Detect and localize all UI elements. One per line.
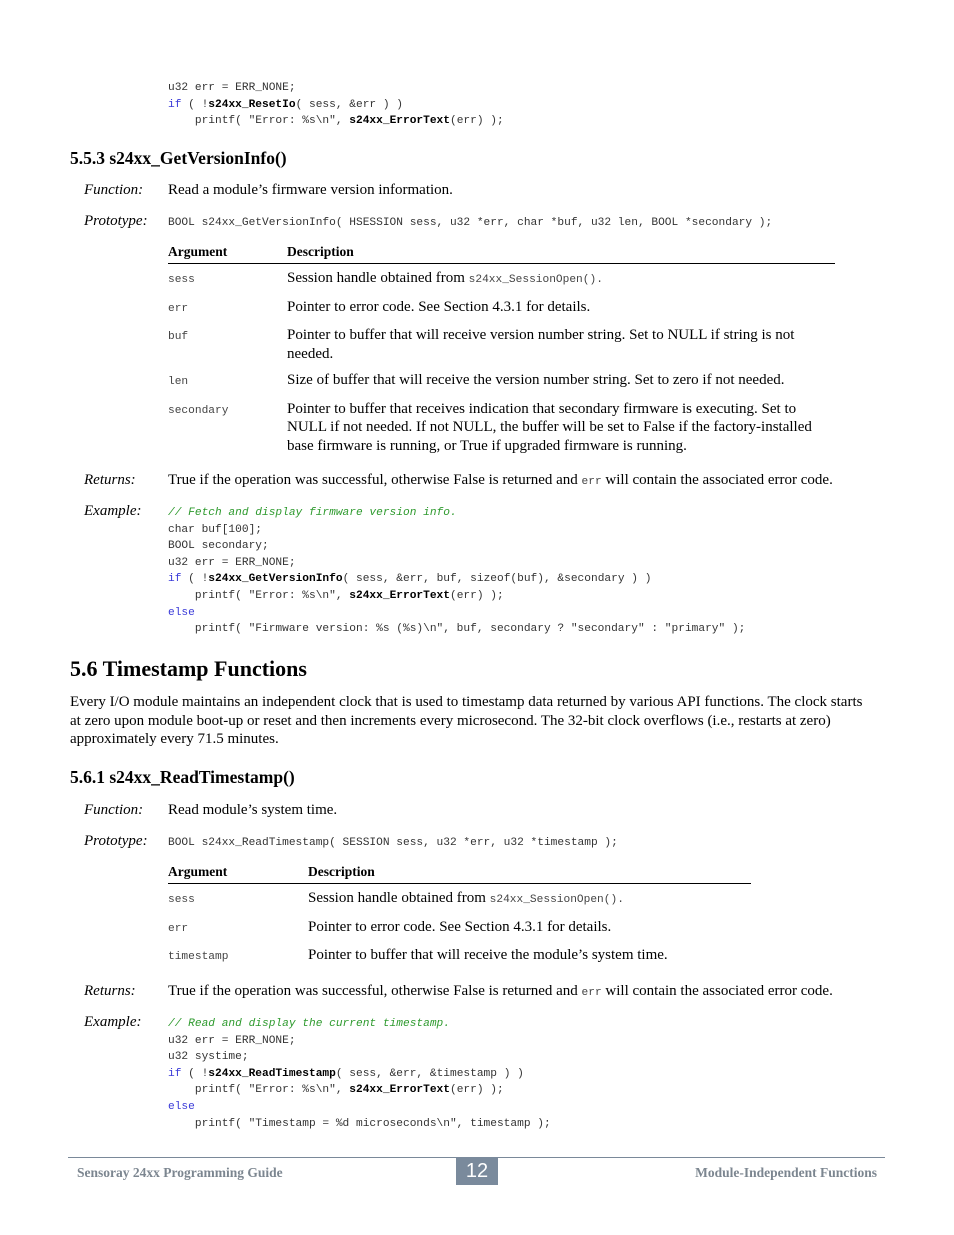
code-keyword: if (168, 573, 182, 586)
section-heading-5-6: 5.6 Timestamp Functions (70, 656, 307, 681)
column-header-argument: Argument (168, 244, 287, 264)
argument-table-getversioninfo: Argument Description sess Session handle… (168, 244, 835, 458)
table-header-row: Argument Description (168, 244, 835, 264)
prototype-label: Prototype: (84, 213, 148, 229)
code-keyword: else (168, 606, 195, 619)
returns-description: True if the operation was successful, ot… (168, 983, 833, 1000)
code-line: u32 systime; (168, 1051, 249, 1064)
code-text: ( sess, &err ) ) (295, 98, 403, 111)
code-line: char buf[100]; (168, 523, 262, 536)
code-text: ( sess, &err, &timestamp ) ) (335, 1067, 524, 1080)
table-row: sess Session handle obtained from s24xx_… (168, 884, 751, 913)
code-function-name: s24xx_ReadTimestamp (208, 1067, 336, 1080)
code-text: printf( "Error: %s\n", (168, 589, 350, 602)
code-keyword: if (168, 1067, 182, 1080)
code-line: u32 err = ERR_NONE; (168, 82, 296, 94)
column-header-description: Description (287, 244, 835, 264)
table-row: sess Session handle obtained from s24xx_… (168, 264, 835, 293)
code-text: (err) ); (450, 589, 504, 602)
example-label: Example: (84, 1014, 142, 1030)
argument-description: Pointer to error code. See Section 4.3.1… (287, 298, 591, 315)
argument-name: sess (168, 894, 195, 906)
argument-name: err (168, 302, 189, 315)
returns-text: True if the operation was successful, ot… (168, 983, 582, 999)
prototype-signature: BOOL s24xx_ReadTimestamp( SESSION sess, … (168, 837, 618, 849)
description-text: Session handle obtained from (287, 270, 469, 286)
prototype-signature: BOOL s24xx_GetVersionInfo( HSESSION sess… (168, 217, 773, 229)
function-description: Read module’s system time. (168, 802, 338, 818)
code-comment: // Read and display the current timestam… (168, 1018, 450, 1030)
code-text: printf( "Error: %s\n", (168, 1084, 350, 1097)
argument-description: Session handle obtained from s24xx_Sessi… (308, 884, 751, 913)
code-keyword: else (168, 1100, 195, 1113)
code-function-name: s24xx_ResetIo (208, 98, 296, 111)
page-number-badge: 12 (456, 1157, 498, 1185)
argument-name: len (168, 376, 189, 388)
code-function-name: s24xx_ErrorText (349, 115, 450, 128)
argument-description: Session handle obtained from s24xx_Sessi… (287, 264, 835, 293)
code-function-name: s24xx_ErrorText (349, 589, 450, 602)
top-code-block: u32 err = ERR_NONE; if ( !s24xx_ResetIo(… (168, 80, 504, 130)
code-text: ( ! (181, 98, 209, 111)
code-text: printf( "Error: %s\n", (168, 115, 350, 128)
table-header-row: Argument Description (168, 864, 751, 884)
example-code-block-getversioninfo: // Fetch and display firmware version in… (168, 505, 745, 638)
argument-name: sess (168, 274, 195, 286)
code-line: printf( "Timestamp = %d microseconds\n",… (168, 1117, 551, 1130)
footer-chapter-title: Module-Independent Functions (695, 1165, 877, 1180)
returns-label: Returns: (84, 472, 136, 488)
function-label: Function: (84, 182, 144, 198)
code-keyword: if (168, 98, 182, 111)
code-line: printf( "Firmware version: %s (%s)\n", b… (168, 623, 746, 636)
returns-text: will contain the associated error code. (601, 983, 833, 999)
argument-description: Size of buffer that will receive the ver… (287, 372, 785, 388)
argument-name: secondary (168, 404, 229, 417)
code-line: BOOL secondary; (168, 540, 269, 553)
inline-code: err (581, 476, 602, 488)
code-line: u32 err = ERR_NONE; (168, 556, 296, 569)
returns-text: will contain the associated error code. (601, 472, 833, 488)
table-row: err Pointer to error code. See Section 4… (168, 293, 835, 322)
argument-description: Pointer to buffer that receives indicati… (287, 400, 812, 454)
function-label: Function: (84, 802, 144, 818)
table-row: secondary Pointer to buffer that receive… (168, 395, 835, 459)
prototype-label: Prototype: (84, 833, 148, 849)
returns-text: True if the operation was successful, ot… (168, 472, 582, 488)
returns-label: Returns: (84, 983, 136, 999)
code-comment: // Fetch and display firmware version in… (168, 507, 457, 519)
code-text: (err) ); (450, 1084, 504, 1097)
argument-description: Pointer to error code. See Section 4.3.1… (308, 918, 612, 935)
column-header-argument: Argument (168, 864, 308, 884)
code-text: ( ! (181, 1067, 209, 1080)
code-text: ( sess, &err, buf, sizeof(buf), &seconda… (342, 573, 652, 586)
argument-name: buf (168, 331, 189, 343)
code-line: u32 err = ERR_NONE; (168, 1034, 296, 1047)
function-description: Read a module’s firmware version informa… (168, 182, 453, 198)
code-text: (err) ); (450, 115, 504, 128)
table-row: buf Pointer to buffer that will receive … (168, 321, 835, 366)
argument-name: timestamp (168, 951, 229, 963)
section-heading-5-5-3: 5.5.3 s24xx_GetVersionInfo() (70, 148, 287, 168)
argument-description: Pointer to buffer that will receive the … (308, 947, 668, 963)
footer-document-title: Sensoray 24xx Programming Guide (77, 1165, 283, 1180)
inline-code: s24xx_SessionOpen(). (489, 894, 624, 906)
argument-description: Pointer to buffer that will receive vers… (287, 327, 795, 362)
table-row: timestamp Pointer to buffer that will re… (168, 941, 751, 970)
example-label: Example: (84, 503, 142, 519)
argument-table-readtimestamp: Argument Description sess Session handle… (168, 864, 751, 970)
example-code-block-readtimestamp: // Read and display the current timestam… (168, 1016, 551, 1132)
description-text: Session handle obtained from (308, 890, 490, 906)
code-text: ( ! (181, 573, 209, 586)
table-row: err Pointer to error code. See Section 4… (168, 913, 751, 942)
returns-description: True if the operation was successful, ot… (168, 472, 833, 489)
code-function-name: s24xx_ErrorText (349, 1084, 450, 1097)
code-function-name: s24xx_GetVersionInfo (208, 573, 343, 586)
section-paragraph: Every I/O module maintains an independen… (70, 694, 863, 748)
column-header-description: Description (308, 864, 751, 884)
argument-name: err (168, 922, 189, 935)
inline-code: err (581, 987, 602, 999)
table-row: len Size of buffer that will receive the… (168, 366, 835, 395)
inline-code: s24xx_SessionOpen(). (468, 274, 603, 286)
section-heading-5-6-1: 5.6.1 s24xx_ReadTimestamp() (70, 767, 295, 787)
